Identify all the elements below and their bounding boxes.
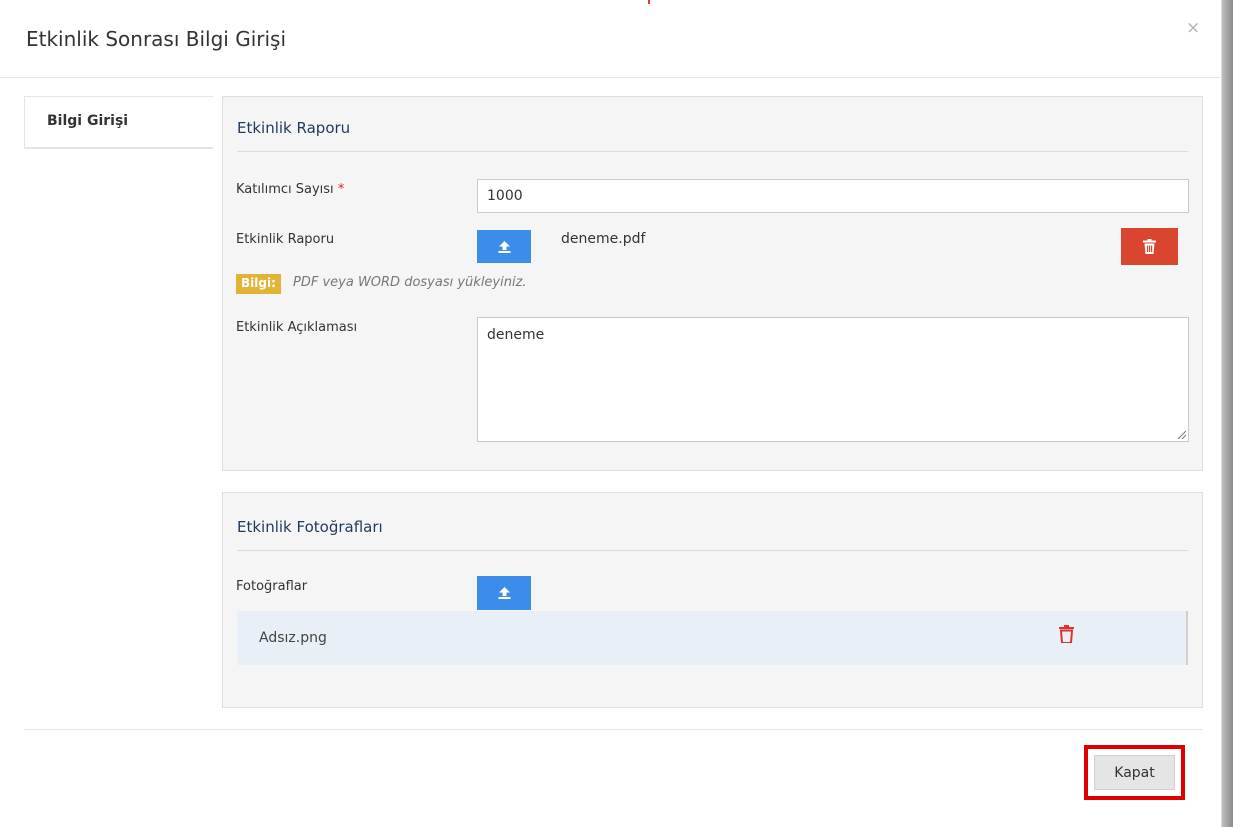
photo-file-name: Adsız.png bbox=[259, 630, 327, 646]
panel-divider bbox=[237, 151, 1188, 152]
trash-icon bbox=[1143, 239, 1156, 254]
report-panel-title: Etkinlik Raporu bbox=[237, 119, 351, 137]
photo-list-item: Adsız.png bbox=[237, 611, 1188, 665]
description-text: deneme bbox=[487, 327, 545, 343]
backdrop-edge bbox=[1222, 0, 1233, 827]
close-button[interactable]: Kapat bbox=[1094, 755, 1175, 790]
photos-panel: Etkinlik Fotoğrafları Fotoğraflar Adsız.… bbox=[222, 492, 1203, 708]
description-textarea[interactable]: deneme bbox=[477, 317, 1189, 442]
photos-upload-button[interactable] bbox=[477, 576, 531, 610]
report-file-label: Etkinlik Raporu bbox=[236, 232, 335, 247]
photos-panel-title: Etkinlik Fotoğrafları bbox=[237, 518, 383, 536]
report-file-name: deneme.pdf bbox=[561, 231, 646, 247]
participant-count-label: Katılımcı Sayısı * bbox=[236, 182, 344, 197]
photos-label: Fotoğraflar bbox=[236, 579, 308, 594]
participant-count-label-text: Katılımcı Sayısı bbox=[236, 182, 334, 197]
tab-bilgi-girisi[interactable]: Bilgi Girişi bbox=[24, 96, 213, 148]
photo-delete-button[interactable] bbox=[1059, 625, 1074, 648]
required-mark: * bbox=[337, 182, 345, 197]
info-text: PDF veya WORD dosyası yükleyiniz. bbox=[293, 275, 527, 290]
tab-underline bbox=[24, 147, 213, 149]
panel-divider bbox=[237, 550, 1188, 551]
report-upload-button[interactable] bbox=[477, 230, 531, 263]
trash-icon bbox=[1059, 625, 1074, 644]
report-delete-button[interactable] bbox=[1121, 228, 1178, 265]
participant-count-input[interactable]: 1000 bbox=[477, 179, 1189, 213]
description-label: Etkinlik Açıklaması bbox=[236, 320, 358, 335]
footer-divider bbox=[24, 729, 1203, 730]
modal-title: Etkinlik Sonrası Bilgi Girişi bbox=[26, 27, 287, 51]
info-badge: Bilgi: bbox=[236, 274, 281, 294]
resize-grip-icon[interactable] bbox=[1176, 429, 1186, 439]
modal-dialog: Etkinlik Sonrası Bilgi Girişi × Bilgi Gi… bbox=[0, 0, 1222, 827]
upload-icon bbox=[498, 587, 510, 599]
modal-header: Etkinlik Sonrası Bilgi Girişi × bbox=[0, 0, 1222, 78]
close-icon[interactable]: × bbox=[1186, 18, 1200, 38]
report-panel: Etkinlik Raporu Katılımcı Sayısı * 1000 … bbox=[222, 96, 1203, 471]
upload-icon bbox=[498, 240, 510, 253]
